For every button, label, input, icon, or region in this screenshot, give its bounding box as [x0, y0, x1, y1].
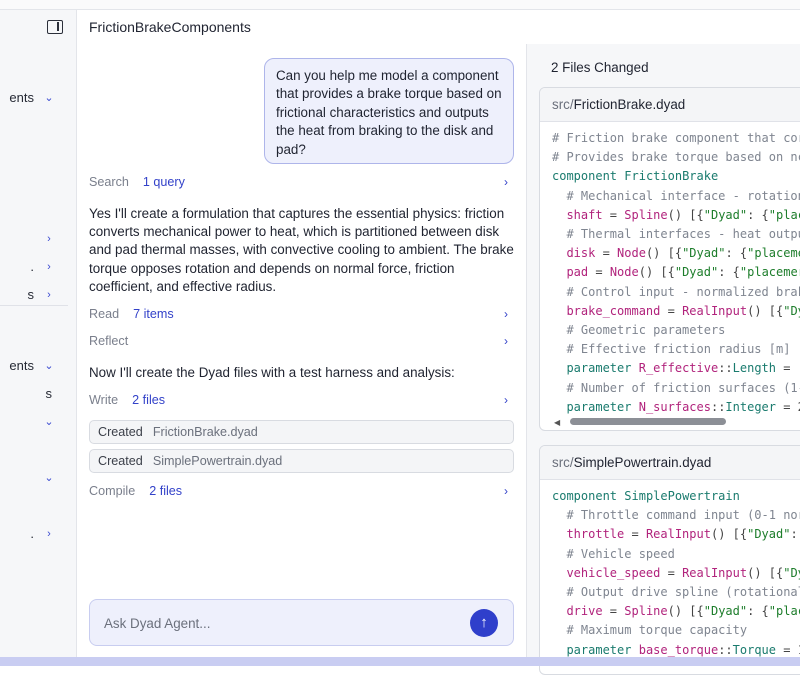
- sidebar-item-label: .: [30, 259, 34, 274]
- horizontal-scrollbar[interactable]: ◀: [554, 417, 800, 427]
- assistant-paragraph: Yes I'll create a formulation that captu…: [89, 206, 514, 294]
- code-line: parameter N_surfaces::Integer = 2: [566, 399, 800, 414]
- code-line: shaft = Spline() [{"Dyad": {"plac: [566, 207, 800, 222]
- step-value[interactable]: 2 files: [149, 484, 182, 498]
- step-write[interactable]: Write 2 files ›: [89, 393, 514, 411]
- sidebar: [0, 10, 77, 657]
- file-name: FrictionBrake.dyad: [152, 425, 258, 439]
- code-line: parameter R_effective::Length = (: [566, 361, 800, 376]
- assistant-paragraph: Now I'll create the Dyad files with a te…: [89, 365, 455, 380]
- sidebar-item-label: s: [45, 386, 53, 401]
- file-name: SimplePowertrain.dyad: [573, 455, 712, 470]
- file-status: Created: [98, 454, 143, 468]
- step-search[interactable]: Search 1 query ›: [89, 175, 514, 193]
- chat-input-box: ↑: [89, 599, 514, 646]
- code-line: vehicle_speed = RealInput() [{"Dy: [566, 565, 800, 580]
- code-line: pad = Node() [{"Dyad": {"placemer: [566, 265, 800, 280]
- step-value[interactable]: 1 query: [143, 175, 185, 189]
- code-line: brake_command = RealInput() [{"Dy: [566, 303, 800, 318]
- code-line: # Effective friction radius [m]: [552, 342, 791, 357]
- code-line: # Thermal interfaces - heat outpu: [552, 227, 800, 242]
- chevron-right-icon[interactable]: ›: [43, 528, 55, 540]
- sidebar-item-label: s: [27, 287, 35, 302]
- chevron-down-icon[interactable]: ⌄: [43, 416, 55, 428]
- step-reflect[interactable]: Reflect ›: [89, 334, 514, 352]
- file-dir: src/: [552, 97, 574, 112]
- code-line: component FrictionBrake: [552, 169, 719, 184]
- send-button[interactable]: ↑: [470, 609, 498, 637]
- created-file-pill[interactable]: Created FrictionBrake.dyad: [89, 420, 514, 444]
- code-line: component SimplePowertrain: [552, 489, 740, 503]
- step-compile[interactable]: Compile 2 files ›: [89, 484, 514, 502]
- chevron-right-icon[interactable]: ›: [504, 307, 508, 321]
- step-read[interactable]: Read 7 items ›: [89, 307, 514, 325]
- step-label: Search: [89, 175, 129, 189]
- files-changed-title: 2 Files Changed: [551, 60, 649, 75]
- sidebar-toggle-icon[interactable]: [47, 20, 63, 34]
- file-card: src/SimplePowertrain.dyad component Simp…: [539, 445, 800, 675]
- code-line: disk = Node() [{"Dyad": {"placeme: [566, 246, 800, 261]
- code-line: # Control input - normalized brak: [552, 284, 800, 299]
- sidebar-item-label: ents: [9, 358, 34, 373]
- chevron-right-icon[interactable]: ›: [43, 289, 55, 301]
- file-name: FrictionBrake.dyad: [573, 97, 686, 112]
- scroll-left-icon[interactable]: ◀: [554, 418, 560, 427]
- chevron-right-icon[interactable]: ›: [504, 393, 508, 407]
- step-value[interactable]: 2 files: [132, 393, 165, 407]
- step-label: Compile: [89, 484, 136, 498]
- file-name: SimplePowertrain.dyad: [152, 454, 283, 468]
- file-card-header[interactable]: src/SimplePowertrain.dyad: [540, 446, 800, 480]
- code-line: # Geometric parameters: [552, 323, 726, 338]
- step-label: Write: [89, 393, 119, 407]
- chevron-right-icon[interactable]: ›: [43, 261, 55, 273]
- chevron-right-icon[interactable]: ›: [504, 175, 508, 189]
- code-line: throttle = RealInput() [{"Dyad":: [566, 527, 798, 542]
- chevron-down-icon[interactable]: ⌄: [43, 360, 55, 372]
- code-line: drive = Spline() [{"Dyad": {"plac: [566, 604, 800, 619]
- code-block[interactable]: component SimplePowertrain # Throttle co…: [540, 480, 800, 660]
- chevron-right-icon[interactable]: ›: [504, 334, 508, 348]
- page-title: FrictionBrakeComponents: [89, 19, 251, 35]
- user-message-bubble: Can you help me model a component that p…: [264, 58, 514, 164]
- chevron-right-icon[interactable]: ›: [504, 484, 508, 498]
- chat-input[interactable]: [104, 613, 464, 633]
- code-block[interactable]: # Friction brake component that cor # Pro…: [540, 122, 800, 417]
- created-file-pill[interactable]: Created SimplePowertrain.dyad: [89, 449, 514, 473]
- bottom-status-bar: [0, 657, 800, 666]
- sidebar-divider: [0, 305, 68, 306]
- code-line: # Provides brake torque based on nc: [552, 150, 800, 165]
- code-line: # Vehicle speed: [552, 546, 675, 561]
- step-label: Read: [89, 307, 120, 321]
- file-status: Created: [98, 425, 143, 439]
- arrow-up-icon: ↑: [480, 614, 488, 631]
- chevron-right-icon[interactable]: ›: [43, 233, 55, 245]
- code-line: # Maximum torque capacity: [552, 623, 748, 638]
- chevron-down-icon[interactable]: ⌄: [43, 472, 55, 484]
- code-line: # Mechanical interface - rotation: [552, 188, 800, 203]
- code-line: # Throttle command input (0-1 nor: [552, 508, 800, 523]
- sidebar-item[interactable]: s: [0, 385, 60, 403]
- file-card-header[interactable]: src/FrictionBrake.dyad: [540, 88, 800, 122]
- window-top-edge: [0, 0, 800, 10]
- sidebar-item-label: .: [30, 526, 34, 541]
- scrollbar-thumb[interactable]: [570, 418, 726, 425]
- code-line: # Number of friction surfaces (1-: [552, 380, 800, 395]
- file-dir: src/: [552, 455, 574, 470]
- code-line: # Friction brake component that cor: [552, 131, 800, 145]
- chevron-down-icon[interactable]: ⌄: [43, 92, 55, 104]
- sidebar-item-label: ents: [9, 90, 34, 105]
- step-label: Reflect: [89, 334, 129, 348]
- step-value[interactable]: 7 items: [133, 307, 174, 321]
- file-card: src/FrictionBrake.dyad # Friction brake …: [539, 87, 800, 431]
- code-line: # Output drive spline (rotational: [552, 585, 800, 600]
